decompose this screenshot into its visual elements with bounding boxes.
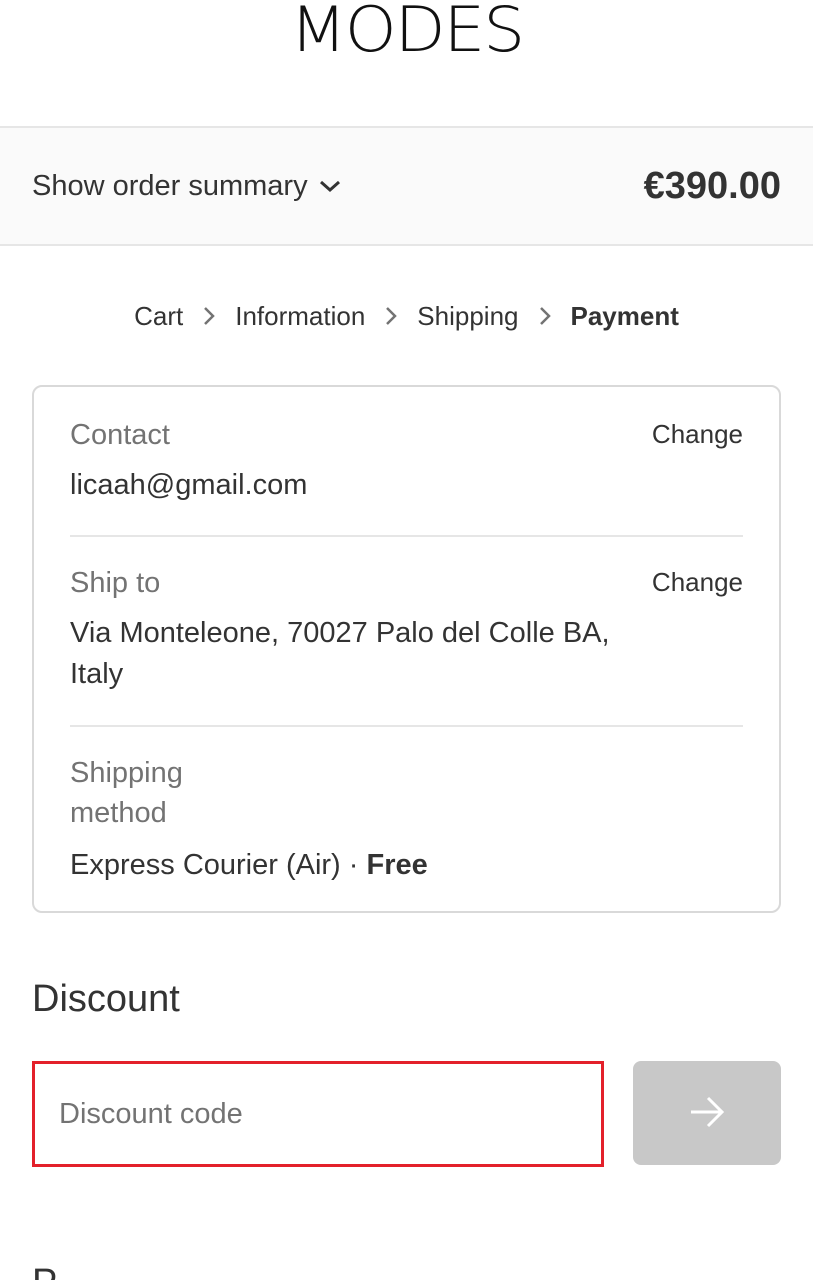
shipping-method-price: Free	[366, 849, 428, 881]
shipping-method-label: Shipping method	[70, 757, 183, 829]
order-summary-toggle-label: Show order summary	[32, 169, 308, 202]
contact-label: Contact	[70, 419, 170, 451]
breadcrumb-payment: Payment	[570, 300, 679, 331]
header: MODES	[0, 0, 813, 126]
ship-to-value: Via Monteleone, 70027 Palo del Colle BA,…	[70, 617, 610, 690]
review-row-contact: Contact licaah@gmail.com Change	[70, 387, 743, 537]
review-box: Contact licaah@gmail.com Change Ship to …	[32, 385, 781, 913]
shipping-method-name: Express Courier (Air) ·	[70, 849, 367, 881]
arrow-right-icon	[687, 1092, 727, 1135]
breadcrumb-shipping[interactable]: Shipping	[417, 301, 518, 332]
change-contact-link[interactable]: Change	[652, 419, 743, 450]
ship-to-label: Ship to	[70, 567, 161, 599]
show-order-summary-toggle[interactable]: Show order summary	[32, 170, 342, 203]
chevron-down-icon	[318, 178, 342, 194]
discount-heading: Discount	[32, 978, 180, 1020]
shipping-method-value: Express Courier (Air) · Free	[70, 845, 428, 886]
chevron-right-icon	[538, 305, 552, 327]
breadcrumb: Cart Information Shipping Payment	[0, 298, 813, 334]
order-total: €390.00	[643, 164, 781, 207]
breadcrumb-cart[interactable]: Cart	[134, 301, 183, 332]
review-row-ship-to: Ship to Via Monteleone, 70027 Palo del C…	[70, 537, 743, 727]
checkout-page: MODES Show order summary €390.00 Cart In…	[0, 0, 813, 1280]
breadcrumb-information[interactable]: Information	[235, 301, 365, 332]
brand-logo[interactable]: MODES	[290, 0, 525, 61]
contact-value: licaah@gmail.com	[70, 469, 308, 501]
chevron-right-icon	[384, 305, 398, 327]
chevron-right-icon	[202, 305, 216, 327]
change-ship-to-link[interactable]: Change	[652, 567, 743, 598]
apply-discount-button[interactable]	[633, 1061, 781, 1165]
discount-code-input[interactable]	[32, 1061, 604, 1167]
review-row-shipping-method: Shipping method Express Courier (Air) · …	[70, 727, 743, 913]
payment-section-heading: P	[32, 1262, 57, 1280]
order-summary-bar[interactable]: Show order summary €390.00	[0, 126, 813, 246]
